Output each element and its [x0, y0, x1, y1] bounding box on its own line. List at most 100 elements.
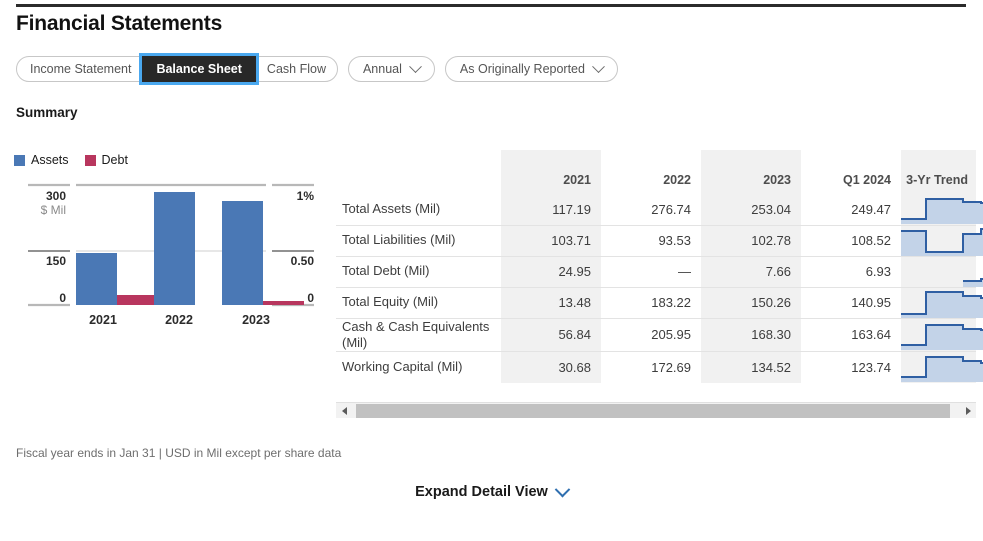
cell-2021: 56.84: [501, 317, 601, 352]
col-header-trend: 3-Yr Trend: [901, 150, 976, 194]
legend-label-debt: Debt: [101, 153, 128, 167]
table-horizontal-scrollbar[interactable]: [336, 402, 976, 418]
cell-trend: [901, 286, 983, 318]
chart-legend: Assets Debt: [14, 152, 326, 168]
cell-2023: 134.52: [701, 351, 801, 383]
cell-trend: [901, 194, 983, 225]
sparkline-icon: [901, 356, 983, 383]
cell-trend: [901, 317, 983, 352]
legend-swatch-assets: [14, 154, 25, 166]
cell-2021: 24.95: [501, 255, 601, 287]
table-row: Total Equity (Mil) 13.48 183.22 150.26 1…: [336, 286, 983, 318]
fiscal-year-footnote: Fiscal year ends in Jan 31 | USD in Mil …: [16, 446, 342, 460]
tab-balance-sheet[interactable]: Balance Sheet: [142, 56, 256, 82]
svg-text:2023: 2023: [242, 313, 270, 327]
top-divider: [16, 4, 966, 7]
sparkline-icon: [901, 227, 983, 256]
scrollbar-track[interactable]: [352, 403, 960, 419]
cell-2023: 253.04: [701, 194, 801, 225]
svg-text:2022: 2022: [165, 313, 193, 327]
statement-tab-group: Income Statement Balance Sheet Cash Flow: [16, 56, 338, 82]
restatement-dropdown-label: As Originally Reported: [459, 62, 585, 76]
control-bar: Income Statement Balance Sheet Cash Flow…: [16, 56, 618, 82]
table-body: Total Assets (Mil) 117.19 276.74 253.04 …: [336, 194, 983, 383]
svg-text:0: 0: [307, 291, 314, 305]
cell-2023: 102.78: [701, 224, 801, 256]
cell-2023: 168.30: [701, 317, 801, 352]
cell-trend: [901, 255, 983, 287]
legend-label-assets: Assets: [31, 153, 69, 167]
svg-text:0.50: 0.50: [291, 254, 315, 268]
chevron-down-icon: [554, 481, 571, 497]
col-header-2023: 2023: [701, 150, 801, 194]
cell-q1-2024: 163.64: [801, 317, 901, 352]
chevron-down-icon: [592, 59, 605, 73]
cell-2022: 276.74: [651, 201, 691, 217]
cell-q1-2024: 140.95: [801, 286, 901, 318]
expand-detail-row: Expand Detail View: [0, 481, 983, 500]
sparkline-icon: [963, 277, 983, 287]
bar-chart-svg: 300 $ Mil 150 0 1% 0.50 0 2021 2022 2023: [28, 183, 315, 327]
cell-trend: [901, 351, 983, 383]
col-header-q1-2024: Q1 2024: [843, 173, 891, 187]
svg-text:2021: 2021: [89, 313, 117, 327]
col-header-label: [336, 150, 501, 194]
svg-text:300: 300: [46, 189, 66, 203]
svg-text:150: 150: [46, 254, 66, 268]
scroll-left-arrow-icon[interactable]: [336, 403, 352, 419]
row-label: Total Assets (Mil): [342, 201, 441, 217]
svg-text:$ Mil: $ Mil: [41, 203, 66, 217]
cell-2023: 7.66: [701, 255, 801, 287]
summary-heading: Summary: [16, 105, 78, 120]
legend-item-debt: Debt: [84, 153, 128, 167]
tab-cash-flow[interactable]: Cash Flow: [256, 57, 337, 81]
legend-item-assets: Assets: [14, 153, 69, 167]
cell-q1-2024: 108.52: [801, 224, 901, 256]
table-header-row: 2021 2022 2023 Q1 2024 3-Yr Trend: [336, 150, 976, 194]
row-label: Cash & Cash Equivalents (Mil): [336, 317, 501, 352]
page-title: Financial Statements: [16, 12, 223, 35]
row-label: Total Equity (Mil): [336, 286, 501, 318]
sparkline-icon: [901, 290, 983, 318]
sparkline-icon: [901, 198, 983, 225]
svg-text:1%: 1%: [297, 189, 315, 203]
sparkline-icon: [901, 323, 983, 350]
table-row: Working Capital (Mil) 30.68 172.69 134.5…: [336, 351, 983, 383]
cell-2021: 30.68: [501, 351, 601, 383]
period-dropdown[interactable]: Annual: [347, 56, 435, 82]
cell-q1-2024: 249.47: [851, 201, 891, 217]
cell-2021: 103.71: [501, 224, 601, 256]
cell-2022: 93.53: [601, 224, 701, 256]
cell-q1-2024: 6.93: [801, 255, 901, 287]
restatement-dropdown[interactable]: As Originally Reported: [444, 56, 618, 82]
cell-2022: 172.69: [601, 351, 701, 383]
cell-2022: 205.95: [601, 317, 701, 352]
scroll-right-arrow-icon[interactable]: [960, 403, 976, 419]
expand-detail-view-button[interactable]: Expand Detail View: [415, 481, 571, 500]
tab-income-statement[interactable]: Income Statement: [17, 57, 142, 81]
expand-detail-view-label: Expand Detail View: [415, 484, 548, 500]
row-label: Total Liabilities (Mil): [336, 224, 501, 256]
row-label: Total Debt (Mil): [336, 255, 501, 287]
chevron-down-icon: [409, 59, 422, 73]
table-row: Total Debt (Mil) 24.95 — 7.66 6.93: [336, 255, 983, 287]
col-header-2022: 2022: [663, 173, 691, 187]
financials-table: 2021 2022 2023 Q1 2024 3-Yr Trend Total …: [336, 150, 983, 383]
scrollbar-thumb[interactable]: [356, 403, 950, 418]
cell-2023: 150.26: [701, 286, 801, 318]
cell-2022: —: [601, 255, 701, 287]
summary-chart: Assets Debt 300 $ Mil 150 0 1% 0.50 0 20…: [14, 152, 326, 332]
row-label: Working Capital (Mil): [336, 351, 501, 383]
svg-text:0: 0: [59, 291, 66, 305]
table-row: Cash & Cash Equivalents (Mil) 56.84 205.…: [336, 317, 983, 352]
period-dropdown-label: Annual: [362, 62, 402, 76]
cell-2022: 183.22: [601, 286, 701, 318]
col-header-2021: 2021: [501, 150, 601, 194]
legend-swatch-debt: [84, 154, 96, 166]
chart-plot-area: 300 $ Mil 150 0 1% 0.50 0 2021 2022 2023: [14, 178, 326, 328]
table-row: Total Liabilities (Mil) 103.71 93.53 102…: [336, 224, 983, 256]
table-row: Total Assets (Mil) 117.19 276.74 253.04 …: [336, 194, 983, 225]
cell-trend: [901, 224, 983, 256]
cell-q1-2024: 123.74: [801, 351, 901, 383]
cell-2021: 117.19: [501, 194, 601, 225]
